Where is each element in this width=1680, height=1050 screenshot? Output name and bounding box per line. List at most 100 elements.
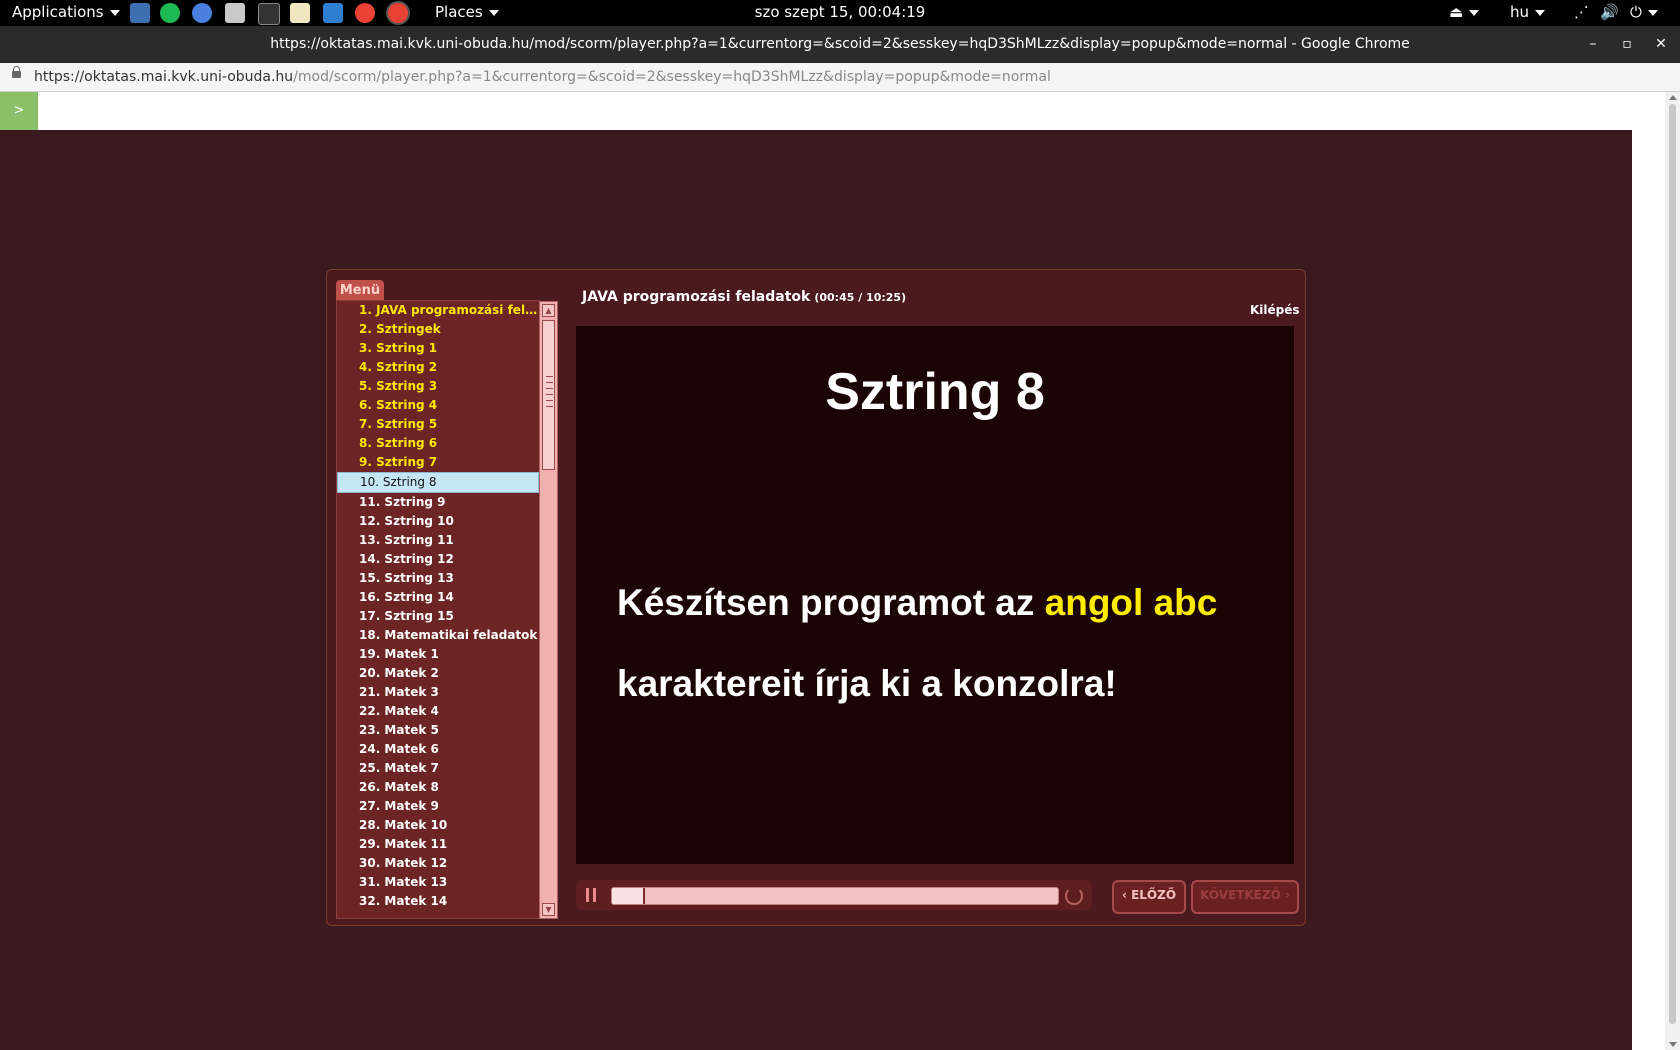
menu-item[interactable]: 13. Sztring 11 (337, 531, 539, 550)
menu-item[interactable]: 19. Matek 1 (337, 645, 539, 664)
scroll-up-icon[interactable] (1669, 95, 1677, 100)
progress-bar[interactable] (611, 887, 1059, 905)
menu-item[interactable]: 15. Sztring 13 (337, 569, 539, 588)
applications-label: Applications (12, 3, 104, 21)
grip-line (546, 382, 553, 383)
previous-button[interactable]: ‹ ELŐZŐ (1112, 880, 1186, 914)
url-path: /mod/scorm/player.php?a=1&currentorg=&sc… (293, 69, 1051, 85)
system-monitor-icon[interactable] (323, 3, 343, 23)
scrollbar-thumb[interactable] (1669, 104, 1676, 1024)
toc-strip (0, 92, 1632, 130)
url-text[interactable]: https://oktatas.mai.kvk.uni-obuda.hu/mod… (34, 69, 1051, 85)
menu-scrollbar-thumb[interactable] (542, 320, 555, 470)
lock-icon (12, 66, 21, 78)
course-title-text: JAVA programozási feladatok (582, 289, 811, 305)
slide-area: Sztring 8 Készítsen programot az angol a… (576, 326, 1294, 864)
menu-item[interactable]: 24. Matek 6 (337, 740, 539, 759)
toc-toggle-button[interactable]: > (0, 92, 38, 130)
clock: szo szept 15, 00:04:19 (0, 3, 1680, 21)
menu-item[interactable]: 2. Sztringek (337, 320, 539, 339)
spotify-icon[interactable] (160, 3, 180, 23)
menu-item[interactable]: 7. Sztring 5 (337, 415, 539, 434)
page-scrollbar[interactable] (1665, 92, 1680, 1050)
menu-item[interactable]: 22. Matek 4 (337, 702, 539, 721)
menu-list: 1. JAVA programozási felada...2. Sztring… (336, 300, 540, 919)
clock-label[interactable]: szo szept 15, 00:04:19 (755, 3, 926, 21)
exit-link[interactable]: Kilépés (1250, 303, 1300, 317)
menu-item[interactable]: 17. Sztring 15 (337, 607, 539, 626)
menu-item[interactable]: 6. Sztring 4 (337, 396, 539, 415)
slide-heading: Sztring 8 (825, 363, 1045, 421)
terminal-icon[interactable] (258, 3, 280, 25)
menu-item[interactable]: 27. Matek 9 (337, 797, 539, 816)
slide-body-text-2: karaktereit írja ki a konzolra! (617, 663, 1117, 704)
menu-item[interactable]: 25. Matek 7 (337, 759, 539, 778)
menu-item[interactable]: 16. Sztring 14 (337, 588, 539, 607)
menu-item[interactable]: 23. Matek 5 (337, 721, 539, 740)
slide-body-text: Készítsen programot az (617, 582, 1045, 623)
grip-line (546, 400, 553, 401)
menu-scroll-up-icon[interactable]: ▲ (542, 304, 555, 317)
menu-item[interactable]: 30. Matek 12 (337, 854, 539, 873)
software-center-icon[interactable] (225, 3, 245, 23)
chrome-active-icon[interactable] (388, 3, 408, 23)
page-right-margin (1632, 92, 1665, 1050)
menu-scroll-down-icon[interactable]: ▼ (542, 903, 555, 916)
menu-item[interactable]: 5. Sztring 3 (337, 377, 539, 396)
chevron-down-icon (1469, 9, 1480, 16)
keyboard-layout-label: hu (1510, 3, 1530, 21)
menu-item[interactable]: 4. Sztring 2 (337, 358, 539, 377)
menu-item[interactable]: 12. Sztring 10 (337, 512, 539, 531)
menu-item[interactable]: 11. Sztring 9 (337, 493, 539, 512)
menu-item[interactable]: 18. Matematikai feladatok (337, 626, 539, 645)
keyboard-layout[interactable]: hu (1510, 3, 1546, 21)
course-title: JAVA programozási feladatok (00:45 / 10:2… (582, 289, 906, 305)
menu-item[interactable]: 21. Matek 3 (337, 683, 539, 702)
close-icon[interactable]: ✕ (1652, 35, 1670, 53)
chevron-down-icon (1647, 9, 1658, 16)
menu-item[interactable]: 1. JAVA programozási felada... (337, 301, 539, 320)
chrome-icon[interactable] (355, 3, 375, 23)
menu-item[interactable]: 26. Matek 8 (337, 778, 539, 797)
window-title: https://oktatas.mai.kvk.uni-obuda.hu/mod… (270, 36, 1410, 52)
grip-line (546, 388, 553, 389)
menu-item[interactable]: 28. Matek 10 (337, 816, 539, 835)
file-manager-icon[interactable] (130, 3, 150, 23)
pause-icon[interactable] (586, 888, 597, 902)
address-bar[interactable]: https://oktatas.mai.kvk.uni-obuda.hu/mod… (0, 63, 1680, 92)
chromium-icon[interactable] (192, 3, 212, 23)
replay-icon[interactable] (1065, 887, 1083, 905)
menu-item[interactable]: 31. Matek 13 (337, 873, 539, 892)
playback-time: (00:45 / 10:25) (814, 291, 907, 304)
power-icon[interactable]: ⏻ (1630, 3, 1658, 21)
playback-controls (576, 880, 1092, 910)
menu-item[interactable]: 8. Sztring 6 (337, 434, 539, 453)
wifi-icon[interactable]: ⋰ (1574, 3, 1589, 21)
eject-icon[interactable]: ⏏ (1449, 3, 1480, 21)
chevron-down-icon (109, 9, 120, 16)
places-menu[interactable]: Places (435, 3, 499, 21)
menu-scrollbar[interactable]: ▲ ▼ (539, 301, 558, 919)
menu-item[interactable]: 3. Sztring 1 (337, 339, 539, 358)
browser-title-bar: https://oktatas.mai.kvk.uni-obuda.hu/mod… (0, 26, 1680, 63)
slide-body: Készítsen programot az angol abc karakter… (617, 562, 1287, 724)
menu-item[interactable]: 10. Sztring 8 (337, 472, 539, 493)
grip-line (546, 376, 553, 377)
menu-item[interactable]: 9. Sztring 7 (337, 453, 539, 472)
menu-item[interactable]: 32. Matek 14 (337, 892, 539, 911)
next-button[interactable]: KÖVETKEZŐ › (1191, 880, 1299, 914)
menu-item[interactable]: 14. Sztring 12 (337, 550, 539, 569)
chevron-down-icon (488, 9, 499, 16)
progress-fill (612, 888, 646, 904)
text-editor-icon[interactable] (290, 3, 310, 23)
scroll-down-icon[interactable] (1669, 1042, 1677, 1047)
url-host: https://oktatas.mai.kvk.uni-obuda.hu (34, 69, 294, 85)
minimize-icon[interactable]: – (1584, 35, 1602, 53)
menu-item[interactable]: 20. Matek 2 (337, 664, 539, 683)
applications-menu[interactable]: Applications (12, 3, 120, 21)
places-label: Places (435, 3, 483, 21)
volume-icon[interactable]: 🔊 (1600, 3, 1619, 21)
slide-highlight-text: angol abc (1044, 582, 1218, 623)
maximize-icon[interactable]: ▫ (1618, 35, 1636, 53)
menu-item[interactable]: 29. Matek 11 (337, 835, 539, 854)
